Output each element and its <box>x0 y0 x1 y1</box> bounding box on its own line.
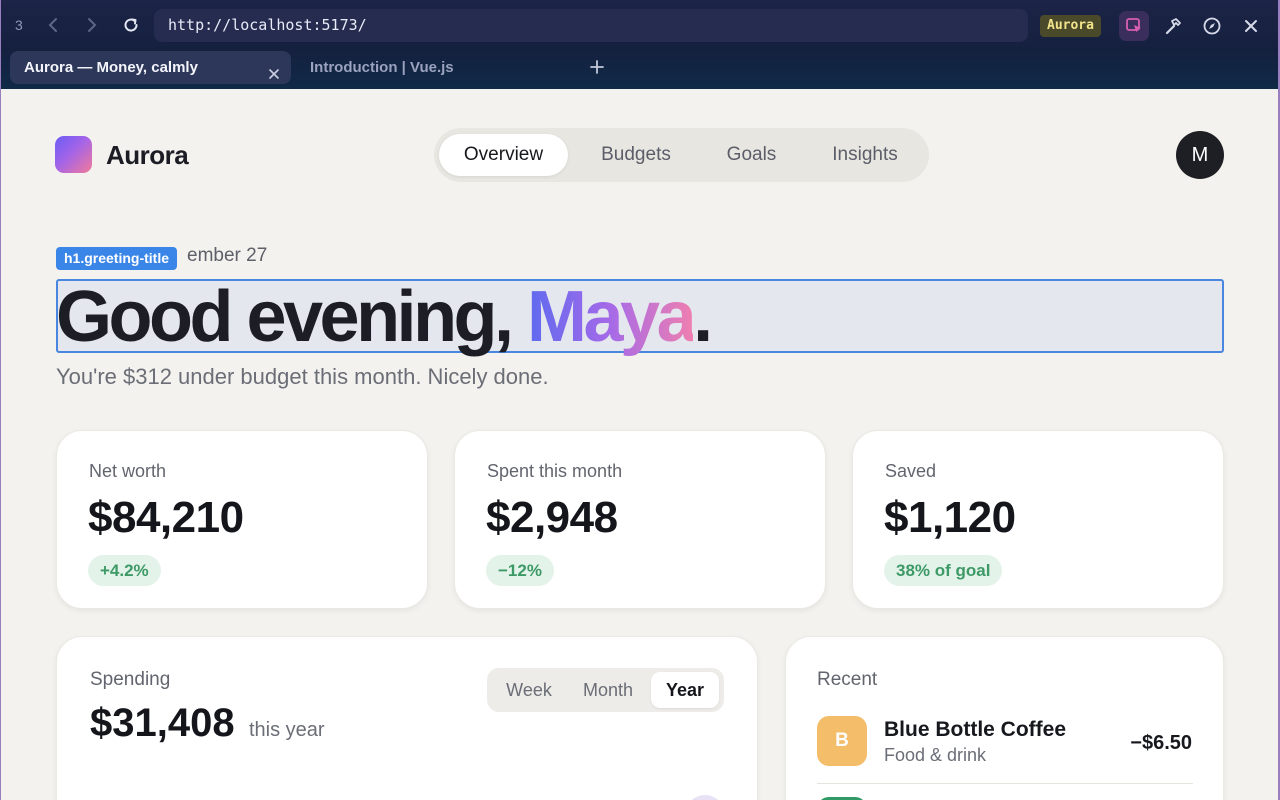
back-icon[interactable] <box>42 14 64 36</box>
url-bar[interactable]: http://localhost:5173/ <box>154 9 1028 42</box>
tab-vue[interactable]: Introduction | Vue.js <box>296 51 576 84</box>
merchant-avatar: B <box>817 716 867 766</box>
stat-card-saved[interactable]: Saved $1,120 38% of goal <box>852 430 1224 609</box>
recent-card: Recent B Blue Bottle Coffee Food & drink… <box>785 636 1224 800</box>
tab-close-icon[interactable] <box>267 60 281 79</box>
nav-goals[interactable]: Goals <box>706 134 797 176</box>
stat-value: $84,210 <box>88 493 244 542</box>
nav-budgets[interactable]: Budgets <box>582 134 690 176</box>
spending-label: Spending <box>90 669 171 690</box>
stat-card-net-worth[interactable]: Net worth $84,210 +4.2% <box>56 430 428 609</box>
date-text-visible: ember 27 <box>187 245 268 266</box>
range-month[interactable]: Month <box>567 672 649 708</box>
avatar[interactable]: M <box>1176 131 1224 179</box>
reload-icon[interactable] <box>120 14 142 36</box>
nav-overview[interactable]: Overview <box>439 134 568 176</box>
divider <box>817 783 1193 784</box>
tab-count: 3 <box>15 17 23 33</box>
brand-name: Aurora <box>106 140 189 170</box>
stat-card-spent[interactable]: Spent this month $2,948 −12% <box>454 430 826 609</box>
stat-label: Saved <box>885 461 937 481</box>
stat-badge: 38% of goal <box>884 555 1003 586</box>
spending-card: Spending $31,408 this year Week Month Ye… <box>56 636 758 800</box>
inspector-tag: h1.greeting-title <box>56 247 178 270</box>
stat-badge: +4.2% <box>88 555 161 586</box>
plus-icon[interactable] <box>586 56 608 78</box>
inspect-element-icon[interactable] <box>1119 11 1149 41</box>
logo-icon <box>55 136 92 173</box>
stat-label: Net worth <box>89 461 167 481</box>
range-year[interactable]: Year <box>651 672 719 708</box>
compass-icon[interactable] <box>1197 11 1227 41</box>
range-selector: Week Month Year <box>487 668 724 712</box>
greeting-name: Maya <box>527 277 697 357</box>
stat-value: $1,120 <box>884 493 1016 542</box>
range-week[interactable]: Week <box>493 672 565 708</box>
stat-badge: −12% <box>486 555 554 586</box>
transaction-amount: −$6.50 <box>1130 732 1192 754</box>
tab-strip: Aurora — Money, calmly Introduction | Vu… <box>0 50 1280 89</box>
transaction-name[interactable]: Blue Bottle Coffee <box>884 718 1066 742</box>
tab-aurora[interactable]: Aurora — Money, calmly <box>10 51 291 84</box>
main-nav: Overview Budgets Goals Insights <box>434 128 929 182</box>
tab-label: Introduction | Vue.js <box>310 59 454 76</box>
stat-label: Spent this month <box>487 461 623 481</box>
forward-icon[interactable] <box>81 14 103 36</box>
close-icon[interactable] <box>1236 11 1266 41</box>
greeting-title: Good evening, Maya. <box>56 277 713 357</box>
dev-badge: Aurora <box>1040 15 1101 37</box>
app-page: Aurora Overview Budgets Goals Insights M… <box>1 89 1278 800</box>
stat-value: $2,948 <box>486 493 618 542</box>
chart-marker <box>685 795 725 800</box>
transaction-category: Food & drink <box>884 745 987 765</box>
greeting-subtitle: You're $312 under budget this month. Nic… <box>56 364 549 389</box>
recent-label: Recent <box>817 669 878 690</box>
spending-value: $31,408 <box>90 701 235 745</box>
browser-toolbar: 3 http://localhost:5173/ Aurora <box>0 0 1280 50</box>
nav-insights[interactable]: Insights <box>815 134 915 176</box>
tab-label: Aurora — Money, calmly <box>24 59 198 76</box>
browser-chrome: 3 http://localhost:5173/ Aurora Aurora —… <box>0 0 1280 89</box>
hammer-icon[interactable] <box>1158 11 1188 41</box>
spending-unit: this year <box>249 719 325 741</box>
